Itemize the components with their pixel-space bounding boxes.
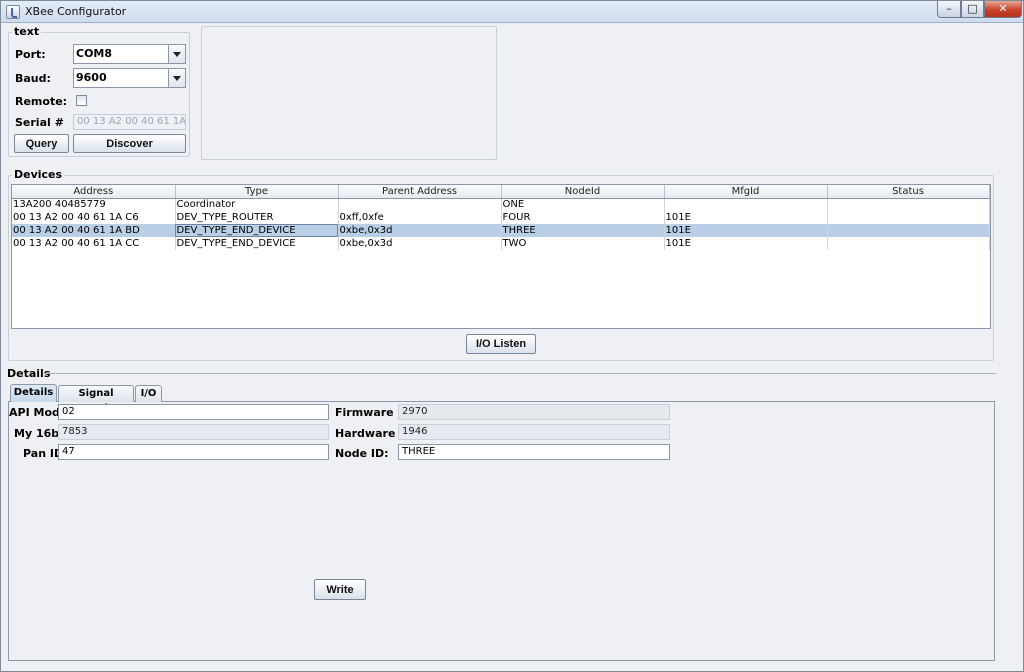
info-panel xyxy=(201,26,497,160)
table-cell xyxy=(827,198,990,211)
api-mode-field[interactable]: 02 xyxy=(58,404,329,420)
table-cell: DEV_TYPE_ROUTER xyxy=(175,211,339,224)
close-button[interactable]: ✕ xyxy=(984,1,1022,18)
table-cell xyxy=(827,224,990,237)
details-tab-panel xyxy=(8,401,995,661)
java-app-icon xyxy=(6,5,20,19)
table-row-selected[interactable]: 00 13 A2 00 40 61 1A BD DEV_TYPE_END_DEV… xyxy=(12,224,990,237)
write-button[interactable]: Write xyxy=(314,579,366,600)
table-cell: Coordinator xyxy=(175,198,339,211)
table-cell xyxy=(827,237,990,250)
column-header-nodeid[interactable]: NodeId xyxy=(501,185,665,199)
table-cell: TWO xyxy=(501,237,665,250)
baud-select-value: 9600 xyxy=(76,71,107,84)
minimize-button[interactable]: – xyxy=(937,1,961,18)
table-cell xyxy=(827,211,990,224)
window-title: XBee Configurator xyxy=(25,5,127,18)
table-cell xyxy=(664,198,828,211)
table-cell: THREE xyxy=(501,224,665,237)
query-button[interactable]: Query xyxy=(14,134,69,153)
chevron-down-icon[interactable] xyxy=(168,45,185,63)
table-row[interactable]: 00 13 A2 00 40 61 1A CC DEV_TYPE_END_DEV… xyxy=(12,237,990,250)
tab-signal-levels[interactable]: Signal Levels xyxy=(58,385,134,414)
baud-label: Baud: xyxy=(15,72,51,85)
table-cell: 101E xyxy=(664,237,828,250)
tab-details[interactable]: Details xyxy=(10,384,57,402)
table-cell: ONE xyxy=(501,198,665,211)
hardware-id-field: 1946 xyxy=(398,424,670,440)
pan-id-field[interactable]: 47 xyxy=(58,444,329,460)
table-cell: FOUR xyxy=(501,211,665,224)
my16bit-field: 7853 xyxy=(58,424,329,440)
table-cell: 101E xyxy=(664,224,828,237)
table-cell: 00 13 A2 00 40 61 1A BD xyxy=(12,224,176,237)
details-separator xyxy=(44,373,996,374)
node-id-label: Node ID: xyxy=(335,447,389,460)
table-header-row: Address Type Parent Address NodeId MfgId… xyxy=(12,185,990,199)
table-cell: 00 13 A2 00 40 61 1A CC xyxy=(12,237,176,250)
title-bar[interactable]: XBee Configurator – □ ✕ xyxy=(1,1,1023,23)
table-cell: 0xff,0xfe xyxy=(338,211,502,224)
column-header-address[interactable]: Address xyxy=(12,185,176,199)
table-cell: 101E xyxy=(664,211,828,224)
discover-button[interactable]: Discover xyxy=(73,134,186,153)
table-cell: 0xbe,0x3d xyxy=(338,224,502,237)
io-listen-button[interactable]: I/O Listen xyxy=(466,334,536,354)
devices-table[interactable]: Address Type Parent Address NodeId MfgId… xyxy=(11,184,991,329)
table-cell: 00 13 A2 00 40 61 1A C6 xyxy=(12,211,176,224)
tab-io[interactable]: I/O xyxy=(135,385,162,402)
port-select-value: COM8 xyxy=(76,47,113,60)
table-cell xyxy=(338,198,502,211)
port-select[interactable]: COM8 xyxy=(73,44,186,64)
port-label: Port: xyxy=(15,48,46,61)
devices-group-legend: Devices xyxy=(12,168,65,181)
table-cell: DEV_TYPE_END_DEVICE xyxy=(175,237,339,250)
connection-group-legend: text xyxy=(12,25,42,38)
app-window: XBee Configurator – □ ✕ text Port: COM8 … xyxy=(0,0,1024,672)
table-cell: 0xbe,0x3d xyxy=(338,237,502,250)
serial-field[interactable]: 00 13 A2 00 40 61 1A CC xyxy=(73,114,186,130)
table-cell: 13A200 40485779 xyxy=(12,198,176,211)
table-row[interactable]: 00 13 A2 00 40 61 1A C6 DEV_TYPE_ROUTER … xyxy=(12,211,990,224)
column-header-parent-address[interactable]: Parent Address xyxy=(338,185,502,199)
maximize-button[interactable]: □ xyxy=(961,1,984,18)
firmware-id-field: 2970 xyxy=(398,404,670,420)
remote-checkbox[interactable] xyxy=(76,95,87,106)
node-id-field[interactable]: THREE xyxy=(398,444,670,460)
column-header-mfgid[interactable]: MfgId xyxy=(664,185,828,199)
chevron-down-icon[interactable] xyxy=(168,69,185,87)
devices-grid: Address Type Parent Address NodeId MfgId… xyxy=(12,185,990,250)
table-row[interactable]: 13A200 40485779 Coordinator ONE xyxy=(12,198,990,211)
column-header-type[interactable]: Type xyxy=(175,185,339,199)
serial-label: Serial # xyxy=(15,116,64,129)
baud-select[interactable]: 9600 xyxy=(73,68,186,88)
column-header-status[interactable]: Status xyxy=(827,185,990,199)
table-cell-focused: DEV_TYPE_END_DEVICE xyxy=(175,224,339,237)
remote-label: Remote: xyxy=(15,95,68,108)
